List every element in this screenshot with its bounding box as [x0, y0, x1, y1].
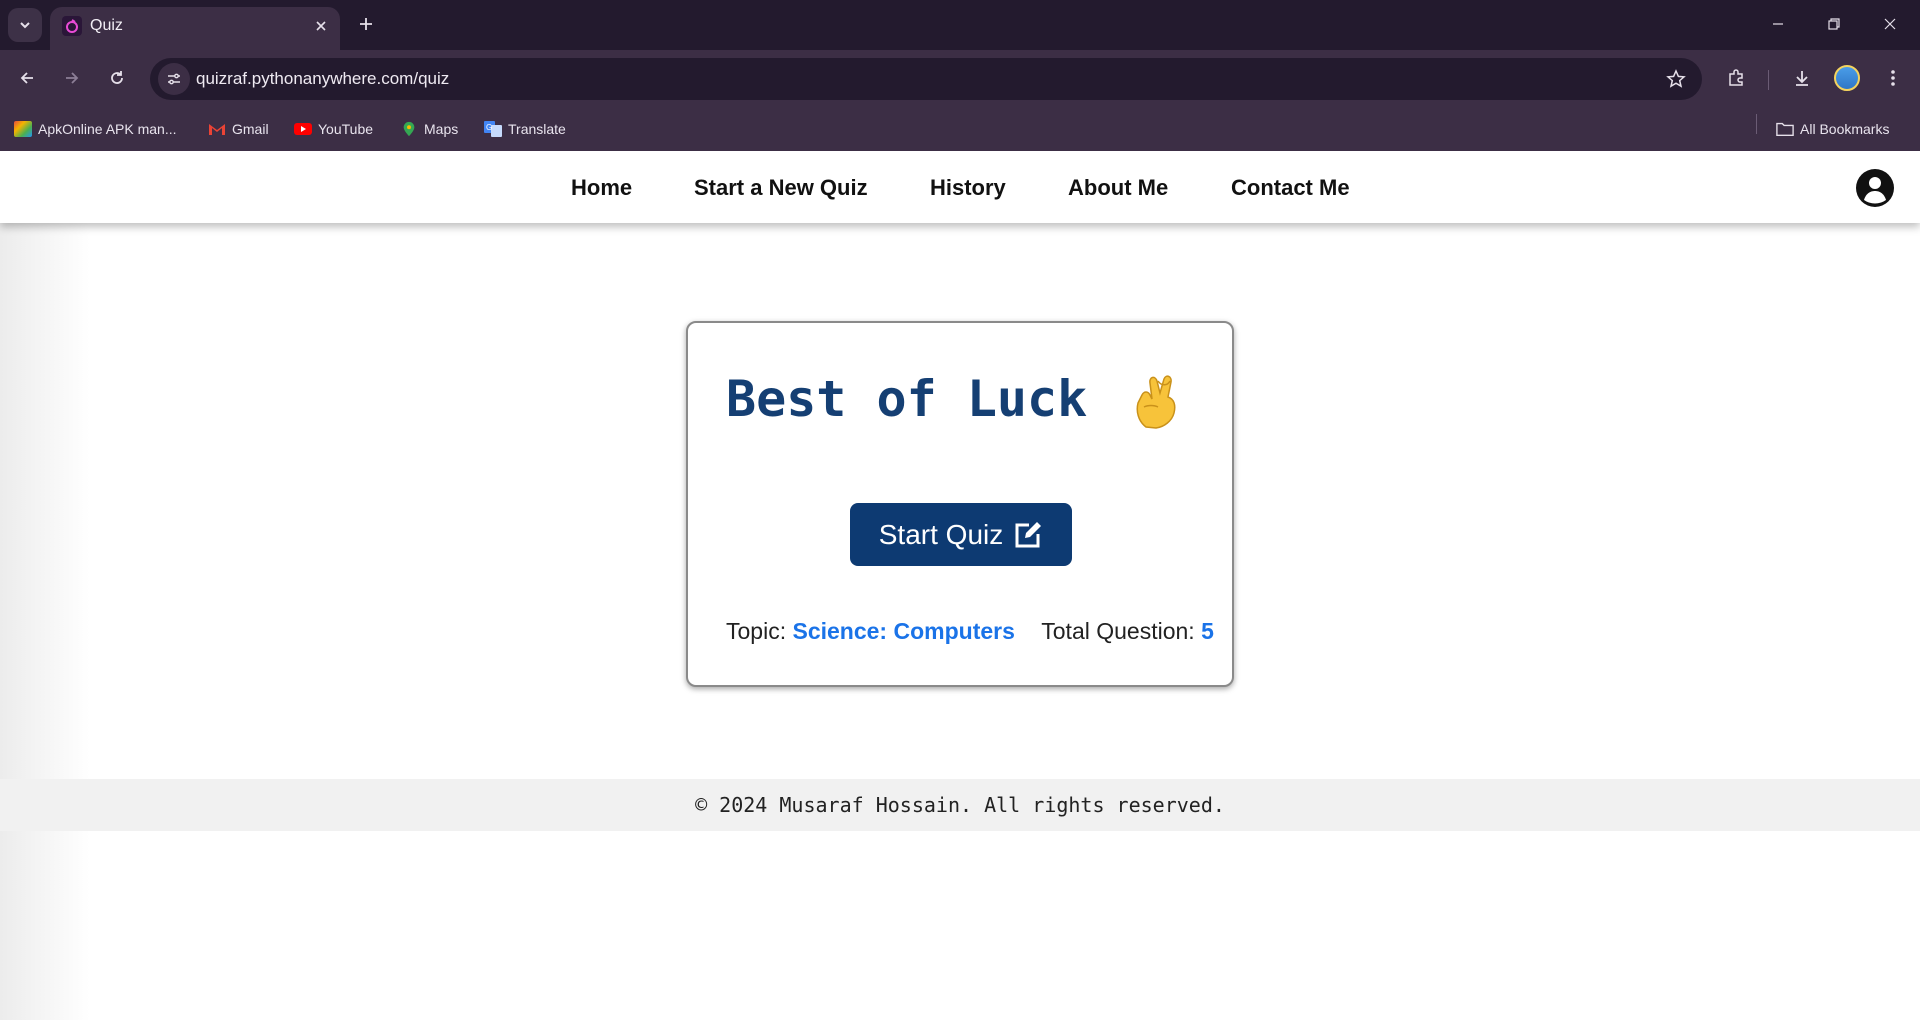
gmail-icon [209, 124, 225, 135]
forward-icon[interactable] [54, 60, 90, 96]
restore-icon[interactable] [1811, 5, 1857, 43]
footer-copyright: © 2024 Musaraf Hossain. All rights reser… [695, 793, 1225, 817]
svg-text:G: G [486, 123, 492, 132]
maps-icon [403, 121, 415, 137]
tab-quiz[interactable]: Quiz [50, 7, 340, 50]
edit-icon [1015, 521, 1042, 547]
total-question-label: Total Question: [1041, 618, 1195, 644]
new-tab-icon[interactable] [351, 9, 381, 39]
bookmark-translate[interactable]: G Translate [484, 116, 566, 142]
quiz-favicon-icon [62, 16, 82, 36]
apkonline-icon [14, 121, 32, 137]
bookmark-star-icon[interactable] [1664, 67, 1688, 91]
downloads-icon[interactable] [1784, 60, 1820, 96]
quiz-card: Best of Luck Start Quiz Topic: Science: … [686, 321, 1234, 687]
card-title: Best of Luck [726, 370, 1088, 428]
tab-search-button[interactable] [8, 8, 42, 42]
site-footer: © 2024 Musaraf Hossain. All rights reser… [0, 779, 1920, 831]
nav-about-me[interactable]: About Me [1068, 175, 1168, 201]
toolbar-separator [1768, 70, 1769, 90]
site-info-icon[interactable] [158, 63, 190, 95]
folder-icon [1776, 122, 1794, 136]
user-profile-icon[interactable] [1856, 169, 1894, 207]
translate-icon: G [484, 121, 502, 137]
all-bookmarks-label: All Bookmarks [1800, 121, 1890, 137]
menu-kebab-icon[interactable] [1875, 60, 1911, 96]
page-left-shadow [0, 151, 90, 1020]
profile-avatar-icon[interactable] [1829, 60, 1865, 96]
url-text: quizraf.pythonanywhere.com/quiz [196, 69, 450, 88]
bookmark-label: YouTube [318, 121, 374, 137]
bookmarks-bar: ApkOnline APK man... Gmail YouTube Maps … [0, 108, 1920, 151]
nav-history[interactable]: History [930, 175, 1006, 201]
address-bar[interactable]: quizraf.pythonanywhere.com/quiz [150, 58, 1702, 100]
chevron-down-icon [20, 22, 30, 29]
tab-title: Quiz [90, 17, 123, 34]
close-window-icon[interactable] [1867, 5, 1913, 43]
topic-label: Topic: [726, 618, 787, 644]
close-tab-icon[interactable] [309, 14, 333, 38]
browser-chrome: Quiz quizraf.pythonanywhere.com/quiz Apk… [0, 0, 1920, 151]
quiz-meta: Topic: Science: Computers Total Question… [726, 617, 1214, 645]
nav-home[interactable]: Home [571, 175, 632, 201]
bookmarks-separator [1756, 114, 1757, 134]
tab-strip: Quiz [0, 0, 1920, 50]
back-icon[interactable] [9, 60, 45, 96]
bookmark-youtube[interactable]: YouTube [294, 116, 373, 142]
bookmark-label: Gmail [232, 121, 269, 137]
reload-icon[interactable] [99, 60, 135, 96]
browser-toolbar: quizraf.pythonanywhere.com/quiz [0, 50, 1920, 108]
bookmark-apkonline[interactable]: ApkOnline APK man... [14, 116, 177, 142]
bookmark-label: Translate [508, 121, 566, 137]
minimize-icon[interactable] [1755, 5, 1801, 43]
total-question-value: 5 [1201, 618, 1214, 644]
bookmark-gmail[interactable]: Gmail [208, 116, 269, 142]
page-content: Home Start a New Quiz History About Me C… [0, 151, 1920, 1020]
all-bookmarks[interactable]: All Bookmarks [1776, 116, 1889, 142]
bookmark-maps[interactable]: Maps [400, 116, 458, 142]
start-quiz-button[interactable]: Start Quiz [850, 503, 1072, 566]
nav-start-new-quiz[interactable]: Start a New Quiz [694, 175, 868, 201]
youtube-icon [294, 123, 312, 135]
crossed-fingers-icon [1136, 375, 1176, 429]
start-quiz-label: Start Quiz [878, 518, 1004, 550]
nav-contact-me[interactable]: Contact Me [1231, 175, 1350, 201]
bookmark-label: ApkOnline APK man... [38, 121, 177, 137]
topic-value: Science: Computers [792, 618, 1015, 644]
extensions-icon[interactable] [1718, 60, 1754, 96]
bookmark-label: Maps [424, 121, 459, 137]
site-navbar: Home Start a New Quiz History About Me C… [0, 151, 1920, 223]
